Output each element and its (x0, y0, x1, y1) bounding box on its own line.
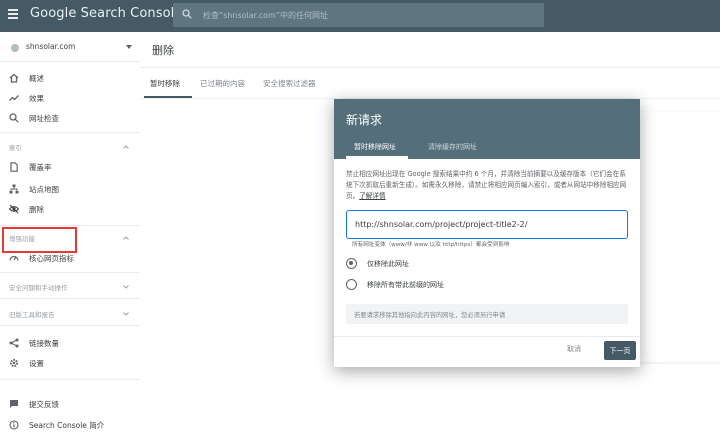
divider (0, 61, 140, 62)
sidebar-item-about[interactable]: Search Console 简介 (0, 416, 140, 434)
top-app-bar: Google Search Console (0, 0, 720, 32)
property-selector[interactable]: shnsolar.com (8, 41, 134, 55)
remove-url-only-radio[interactable] (346, 258, 357, 269)
url-input[interactable] (355, 217, 617, 231)
sidebar-item-label: 删除 (29, 205, 44, 214)
home-icon (9, 73, 19, 83)
url-helper-text: 所有网址变体（www/非 www 以及 http/https）都会受到影响 (352, 242, 510, 248)
sidebar-item-label: 效果 (29, 94, 44, 103)
url-field[interactable] (346, 210, 628, 239)
cancel-button[interactable]: 取消 (567, 344, 581, 354)
sidebar-item-performance[interactable]: 效果 (0, 89, 140, 107)
dialog-header: 新请求 暂时移除网址 清除缓存的网址 (334, 99, 640, 159)
remove-url-only-label[interactable]: 仅移除此网址 (367, 259, 409, 269)
sidebar-item-label: 链接数量 (29, 339, 59, 348)
active-tab-indicator (346, 156, 408, 159)
file-icon (10, 162, 18, 172)
sitemap-icon (9, 184, 19, 194)
section-security-title[interactable]: 安全问题和手动操作 (9, 282, 68, 292)
sidebar-item-label: 提交反馈 (29, 400, 59, 409)
highlight-box (2, 227, 77, 253)
sidebar-item-removals[interactable]: 删除 (0, 200, 140, 218)
section-legacy-title[interactable]: 旧版工具和报告 (9, 309, 55, 319)
tab-temporarily-remove-url[interactable]: 暂时移除网址 (354, 142, 396, 152)
search-box[interactable] (173, 3, 544, 27)
app-title[interactable]: Google Search Console (30, 6, 182, 21)
sidebar-item-label: 网址检查 (29, 114, 59, 123)
learn-more-link[interactable]: 了解详情 (359, 192, 385, 200)
sidebar-item-settings[interactable]: 设置 (0, 354, 140, 372)
feedback-icon (10, 400, 18, 408)
property-label: shnsolar.com (26, 42, 76, 51)
description-text: 禁止相应网址出现在 Google 搜索结果中约 6 个月，并清除当前摘要以及缓存… (346, 170, 627, 200)
search-icon (9, 113, 19, 123)
remove-prefix-label[interactable]: 移除所有带此前缀的网址 (367, 280, 444, 290)
speed-icon (9, 255, 19, 261)
sidebar-item-overview[interactable]: 概述 (0, 69, 140, 87)
info-icon (9, 420, 19, 430)
gear-icon (10, 359, 18, 367)
sidebar-item-label: Search Console 简介 (29, 421, 105, 430)
sidebar-item-url-inspection[interactable]: 网址检查 (0, 109, 140, 127)
chevron-down-icon (126, 45, 132, 49)
sidebar-item-coverage[interactable]: 覆盖率 (0, 158, 140, 176)
tab-temporary-removals[interactable]: 暂时移除 (150, 78, 180, 89)
remove-prefix-radio[interactable] (346, 279, 357, 290)
divider (0, 272, 140, 273)
divider (140, 67, 720, 68)
sidebar-item-label: 站点地图 (29, 185, 59, 194)
next-button[interactable]: 下一页 (604, 341, 636, 360)
sidebar-item-feedback[interactable]: 提交反馈 (0, 395, 140, 413)
sidebar-item-label: 设置 (29, 359, 44, 368)
chevron-down-icon[interactable] (123, 285, 129, 289)
chevron-up-icon[interactable] (123, 145, 129, 149)
property-icon (11, 44, 19, 52)
divider (0, 379, 140, 380)
search-input[interactable] (203, 7, 533, 23)
divider (0, 298, 140, 299)
dialog-title: 新请求 (346, 113, 383, 127)
menu-icon[interactable] (8, 9, 18, 19)
divider (0, 325, 140, 326)
info-note-text: 若要请求移除其他指向此内容的网址，您必须另行申请 (354, 312, 506, 319)
sidebar-item-label: 核心网页指标 (29, 254, 74, 263)
new-request-dialog: 新请求 暂时移除网址 清除缓存的网址 禁止相应网址出现在 Google 搜索结果… (334, 99, 640, 367)
search-icon (182, 9, 192, 19)
links-icon (9, 338, 19, 348)
info-note: 若要请求移除其他指向此内容的网址，您必须另行申请 (346, 304, 628, 324)
trending-icon (9, 95, 19, 101)
sidebar: shnsolar.com 概述 效果 网址检查 索引 覆盖率 站点地图 删除 增… (0, 32, 140, 436)
section-index-title[interactable]: 索引 (9, 142, 22, 152)
dialog-description: 禁止相应网址出现在 Google 搜索结果中约 6 个月，并清除当前摘要以及缓存… (346, 169, 630, 202)
page-title: 删除 (152, 44, 174, 57)
eye-off-icon (9, 204, 19, 214)
divider (334, 336, 640, 337)
tab-outdated-content[interactable]: 已过期的内容 (200, 78, 245, 89)
sidebar-item-links[interactable]: 链接数量 (0, 334, 140, 352)
tab-clear-cached-url[interactable]: 清除缓存的网址 (428, 142, 477, 152)
tab-safesearch-filter[interactable]: 安全搜索过滤器 (263, 78, 316, 89)
divider (0, 132, 140, 133)
chevron-up-icon[interactable] (123, 236, 129, 240)
chevron-down-icon[interactable] (123, 312, 129, 316)
divider (0, 225, 140, 226)
sidebar-item-sitemaps[interactable]: 站点地图 (0, 180, 140, 198)
sidebar-item-label: 概述 (29, 74, 44, 83)
sidebar-item-label: 覆盖率 (29, 163, 52, 172)
